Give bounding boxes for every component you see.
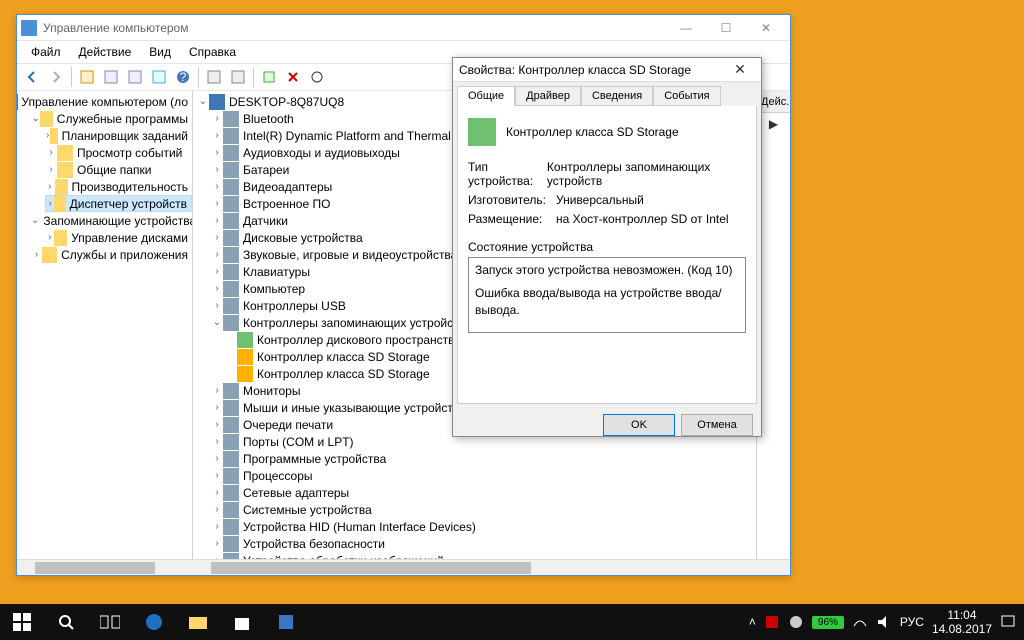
clock-date: 14.08.2017 [932, 622, 992, 636]
tree-group[interactable]: ›Службы и приложения [31, 246, 192, 263]
app-icon [21, 20, 37, 36]
device-icon [468, 118, 496, 146]
device-category[interactable]: ›Сетевые адаптеры [211, 484, 752, 501]
tab-general[interactable]: Общие [457, 86, 515, 106]
tray-icon[interactable] [788, 614, 804, 630]
titlebar[interactable]: Управление компьютером — ☐ ✕ [17, 15, 790, 41]
taskbar: ˄ 96% РУС 11:04 14.08.2017 [0, 604, 1024, 640]
cancel-button[interactable]: Отмена [681, 414, 753, 436]
taskbar-app-store[interactable] [220, 604, 264, 640]
dialog-titlebar[interactable]: Свойства: Контроллер класса SD Storage ✕ [453, 58, 761, 82]
language-indicator[interactable]: РУС [900, 615, 924, 629]
toolbar-icon[interactable] [76, 66, 98, 88]
tree-root[interactable]: Управление компьютером (ло [17, 93, 192, 110]
properties-dialog: Свойства: Контроллер класса SD Storage ✕… [452, 57, 762, 437]
tree-item[interactable]: ›Управление дисками [45, 229, 192, 246]
tray-chevron-icon[interactable]: ˄ [749, 615, 756, 629]
tree-item[interactable]: ›Производительность [45, 178, 192, 195]
toolbar-icon[interactable] [124, 66, 146, 88]
close-button[interactable]: ✕ [746, 15, 786, 41]
battery-indicator[interactable]: 96% [812, 616, 844, 629]
status-line: Ошибка ввода/вывода на устройстве ввода/… [475, 285, 739, 319]
tree-item[interactable]: ›Просмотр событий [45, 144, 192, 161]
prop-mfr-value: Универсальный [556, 193, 644, 207]
status-label: Состояние устройства [468, 240, 746, 254]
chevron-right-icon[interactable]: ▶ [769, 117, 778, 131]
dialog-title: Свойства: Контроллер класса SD Storage [459, 63, 725, 77]
help-icon[interactable]: ? [172, 66, 194, 88]
toolbar-icon[interactable] [306, 66, 328, 88]
tab-details[interactable]: Сведения [581, 86, 653, 106]
device-category[interactable]: ›Устройства безопасности [211, 535, 752, 552]
device-name: Контроллер класса SD Storage [506, 125, 679, 139]
toolbar-icon[interactable] [203, 66, 225, 88]
taskbar-app-edge[interactable] [132, 604, 176, 640]
menu-action[interactable]: Действие [71, 43, 140, 61]
scrollbar[interactable] [17, 559, 193, 575]
device-category[interactable]: ›Программные устройства [211, 450, 752, 467]
tree-group[interactable]: ⌄Запоминающие устройства [31, 212, 192, 229]
prop-loc-label: Размещение: [468, 212, 556, 226]
back-button[interactable] [21, 66, 43, 88]
left-pane: Управление компьютером (ло⌄Служебные про… [17, 91, 193, 575]
prop-type-label: Тип устройства: [468, 160, 547, 188]
tab-body: Контроллер класса SD Storage Тип устройс… [457, 106, 757, 404]
menu-help[interactable]: Справка [181, 43, 244, 61]
delete-icon[interactable] [282, 66, 304, 88]
tree-item[interactable]: ›Диспетчер устройств [45, 195, 192, 212]
tab-driver[interactable]: Драйвер [515, 86, 581, 106]
clock[interactable]: 11:04 14.08.2017 [932, 608, 992, 637]
toolbar-icon[interactable] [227, 66, 249, 88]
prop-loc-value: на Хост-контроллер SD от Intel [556, 212, 729, 226]
scrollbar[interactable] [193, 559, 756, 575]
clock-time: 11:04 [932, 608, 992, 622]
minimize-button[interactable]: — [666, 15, 706, 41]
window-title: Управление компьютером [43, 21, 666, 35]
search-icon[interactable] [44, 604, 88, 640]
network-icon[interactable] [852, 614, 868, 630]
device-category[interactable]: ›Системные устройства [211, 501, 752, 518]
close-icon[interactable]: ✕ [725, 61, 755, 78]
maximize-button[interactable]: ☐ [706, 15, 746, 41]
forward-button[interactable] [45, 66, 67, 88]
prop-type-value: Контроллеры запоминающих устройств [547, 160, 746, 188]
ok-button[interactable]: OK [603, 414, 675, 436]
prop-mfr-label: Изготовитель: [468, 193, 556, 207]
tab-events[interactable]: События [653, 86, 720, 106]
taskview-icon[interactable] [88, 604, 132, 640]
tree-item[interactable]: ›Планировщик заданий [45, 127, 192, 144]
tree-group[interactable]: ⌄Служебные программы [31, 110, 192, 127]
device-category[interactable]: ›Устройства HID (Human Interface Devices… [211, 518, 752, 535]
tray-icon[interactable] [764, 614, 780, 630]
volume-icon[interactable] [876, 614, 892, 630]
toolbar-icon[interactable] [148, 66, 170, 88]
menu-file[interactable]: Файл [23, 43, 69, 61]
svg-text:?: ? [180, 70, 187, 84]
notifications-icon[interactable] [1000, 614, 1016, 630]
taskbar-app[interactable] [264, 604, 308, 640]
taskbar-app-explorer[interactable] [176, 604, 220, 640]
status-textbox[interactable]: Запуск этого устройства невозможен. (Код… [468, 257, 746, 333]
start-button[interactable] [0, 604, 44, 640]
device-category[interactable]: ›Процессоры [211, 467, 752, 484]
scan-icon[interactable] [258, 66, 280, 88]
dialog-tabs: Общие Драйвер Сведения События [453, 82, 761, 106]
toolbar-icon[interactable] [100, 66, 122, 88]
system-tray: ˄ 96% РУС 11:04 14.08.2017 [741, 608, 1024, 637]
menu-view[interactable]: Вид [141, 43, 179, 61]
status-line: Запуск этого устройства невозможен. (Код… [475, 262, 739, 279]
tree-item[interactable]: ›Общие папки [45, 161, 192, 178]
